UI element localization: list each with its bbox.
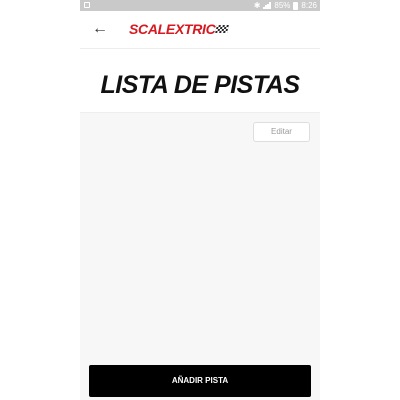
page-title: LISTA DE PISTAS [100, 71, 301, 99]
clock: 8:26 [301, 1, 317, 10]
bluetooth-icon: ✱ [253, 1, 261, 10]
signal-icon [263, 2, 271, 9]
status-bar: ✱ 85% 8:26 [80, 0, 320, 11]
add-track-button[interactable]: AÑADIR PISTA [89, 365, 311, 397]
status-right: ✱ 85% 8:26 [254, 0, 317, 11]
title-area: LISTA DE PISTAS [80, 49, 320, 113]
logo-text: SCALEXTRIC [129, 21, 216, 37]
battery-icon [293, 1, 299, 10]
gallery-icon [84, 2, 90, 8]
back-arrow-icon[interactable]: ← [90, 19, 110, 39]
track-list: Editar AÑADIR PISTA [80, 113, 320, 400]
checkered-flag-icon [215, 25, 230, 33]
battery-percent: 85% [274, 1, 291, 10]
app-bar: ← SCALEXTRIC [80, 11, 320, 49]
edit-button[interactable]: Editar [253, 122, 310, 142]
phone-screen: ✱ 85% 8:26 ← SCALEXTRIC LISTA DE PISTAS … [80, 0, 320, 400]
scalextric-logo: SCALEXTRIC [129, 21, 230, 37]
